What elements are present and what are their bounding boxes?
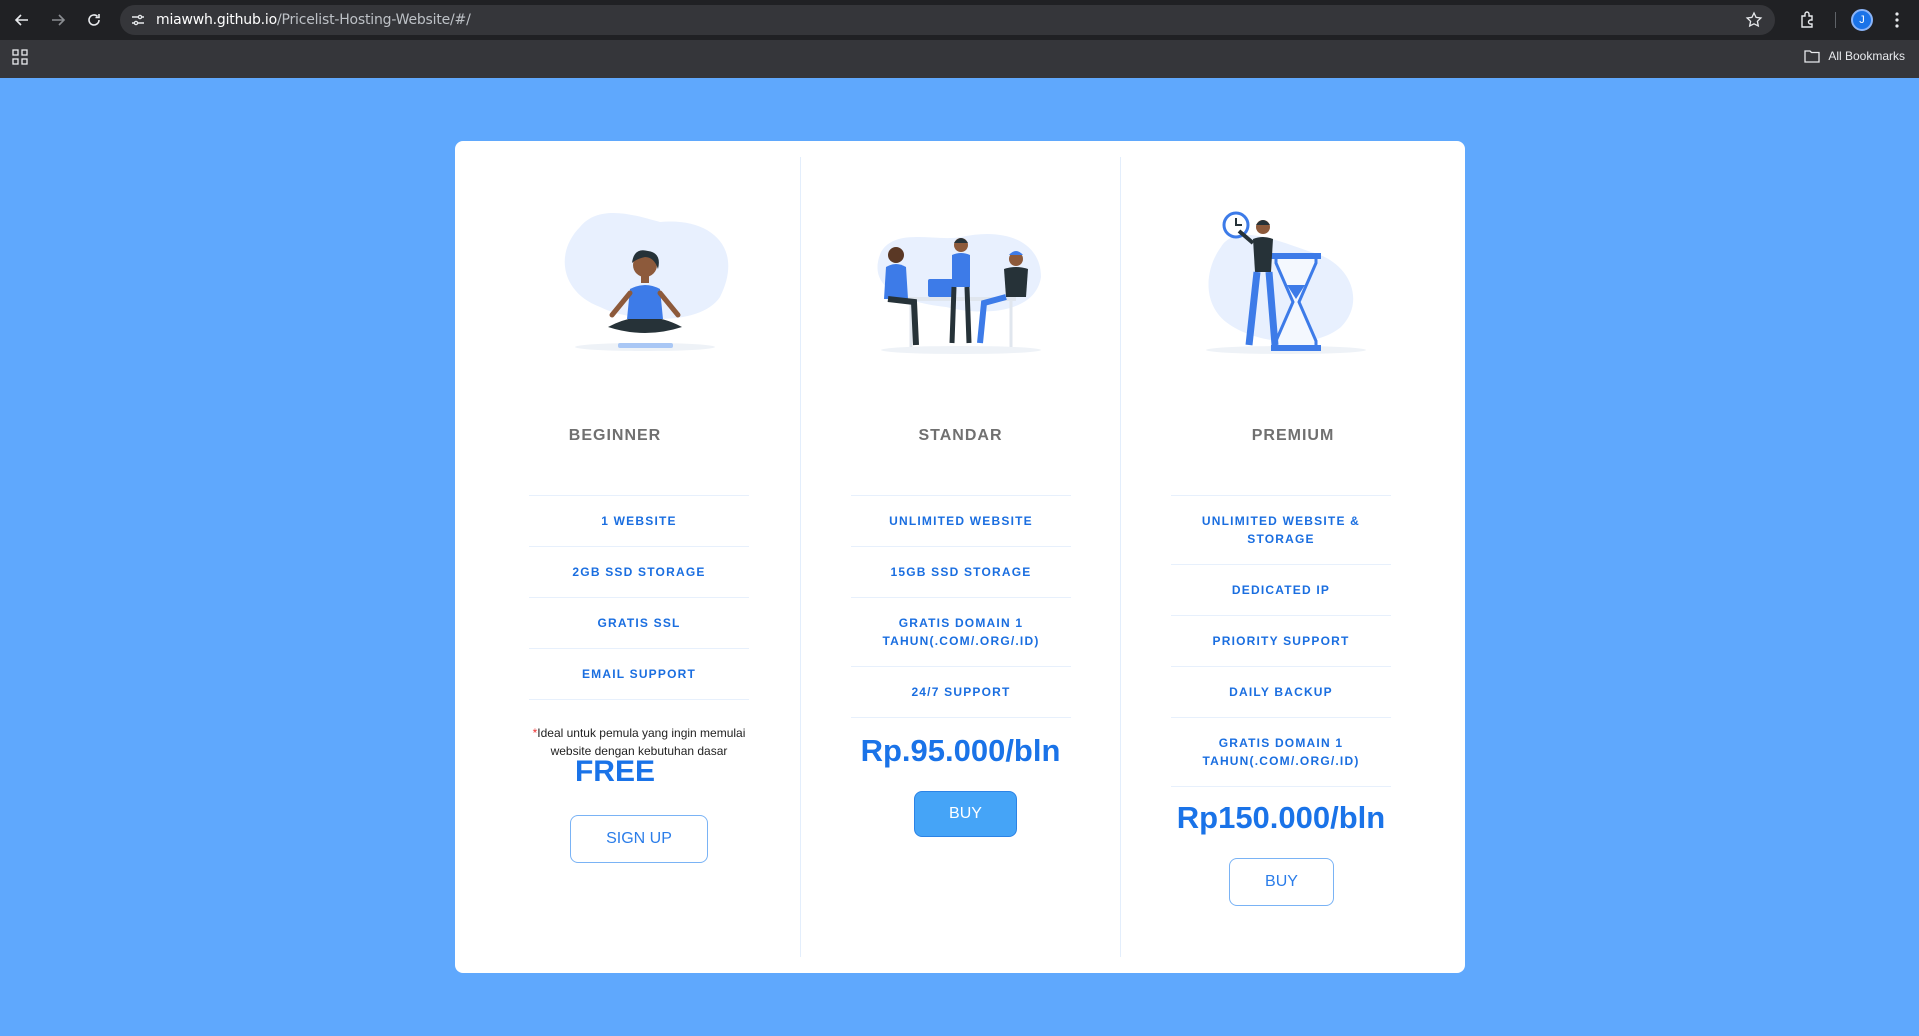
team-illustration: [877, 233, 1041, 354]
feature-list: UNLIMITED WEBSITE & STORAGE DEDICATED IP…: [1171, 495, 1391, 787]
feature-item: UNLIMITED WEBSITE & STORAGE: [1171, 495, 1391, 564]
buy-button-premium[interactable]: BUY: [1229, 858, 1334, 906]
reload-button[interactable]: [82, 8, 106, 32]
more-menu-icon[interactable]: [1887, 10, 1907, 30]
pricing-card: BEGINNER 1 WEBSITE 2GB SSD STORAGE GRATI…: [455, 141, 1465, 973]
feature-item: 1 WEBSITE: [529, 495, 749, 546]
toolbar-separator: [1835, 12, 1836, 28]
site-settings-icon[interactable]: [130, 12, 146, 28]
plan-standar: STANDAR UNLIMITED WEBSITE 15GB SSD STORA…: [800, 157, 1120, 957]
feature-item: GRATIS DOMAIN 1 TAHUN(.COM/.ORG/.ID): [851, 597, 1071, 666]
url-path: /Pricelist-Hosting-Website/#/: [276, 12, 471, 28]
plan-price: FREE: [574, 755, 655, 788]
address-bar[interactable]: miawwh.github.io/Pricelist-Hosting-Websi…: [120, 5, 1775, 35]
back-button[interactable]: [10, 8, 34, 32]
feature-item: 15GB SSD STORAGE: [851, 546, 1071, 597]
folder-icon: [1804, 50, 1820, 63]
time-illustration: [1206, 211, 1366, 354]
feature-item: 2GB SSD STORAGE: [529, 546, 749, 597]
feature-item: EMAIL SUPPORT: [529, 648, 749, 700]
apps-grid-icon[interactable]: [12, 49, 28, 65]
reload-icon: [88, 14, 100, 26]
feature-list: 1 WEBSITE 2GB SSD STORAGE GRATIS SSL EMA…: [529, 495, 749, 700]
buy-button-standar[interactable]: BUY: [914, 791, 1017, 837]
note-text: Ideal untuk pemula yang ingin memulai we…: [537, 726, 746, 758]
feature-item: GRATIS DOMAIN 1 TAHUN(.COM/.ORG/.ID): [1171, 717, 1391, 787]
feature-item: GRATIS SSL: [529, 597, 749, 648]
bookmarks-bar: All Bookmarks: [0, 40, 1919, 78]
plan-name: PREMIUM: [1251, 427, 1335, 444]
feature-item: 24/7 SUPPORT: [851, 666, 1071, 718]
all-bookmarks-label: All Bookmarks: [1828, 49, 1905, 63]
browser-titlebar: miawwh.github.io/Pricelist-Hosting-Websi…: [0, 0, 1919, 40]
plan-price: Rp.95.000/bln: [860, 733, 1061, 768]
plan-premium: PREMIUM UNLIMITED WEBSITE & STORAGE DEDI…: [1120, 157, 1465, 957]
feature-list: UNLIMITED WEBSITE 15GB SSD STORAGE GRATI…: [851, 495, 1071, 718]
meditation-illustration: [564, 212, 729, 351]
url-text: miawwh.github.io/Pricelist-Hosting-Websi…: [156, 12, 471, 28]
plan-price: Rp150.000/bln: [1176, 800, 1386, 835]
feature-item: DAILY BACKUP: [1171, 666, 1391, 717]
forward-button[interactable]: [46, 8, 70, 32]
plan-name: BEGINNER: [568, 427, 662, 444]
arrow-left-icon: [14, 14, 28, 26]
plan-beginner: BEGINNER 1 WEBSITE 2GB SSD STORAGE GRATI…: [455, 157, 775, 957]
feature-item: UNLIMITED WEBSITE: [851, 495, 1071, 546]
arrow-right-icon: [52, 14, 66, 26]
feature-item: DEDICATED IP: [1171, 564, 1391, 615]
all-bookmarks-button[interactable]: All Bookmarks: [1804, 49, 1905, 63]
extensions-icon[interactable]: [1798, 10, 1818, 30]
feature-item: PRIORITY SUPPORT: [1171, 615, 1391, 666]
profile-avatar[interactable]: J: [1851, 9, 1873, 31]
bookmark-star-icon[interactable]: [1745, 11, 1763, 29]
url-host: miawwh.github.io: [156, 12, 277, 28]
sign-up-button[interactable]: SIGN UP: [570, 815, 708, 863]
plan-name: STANDAR: [918, 427, 1003, 444]
